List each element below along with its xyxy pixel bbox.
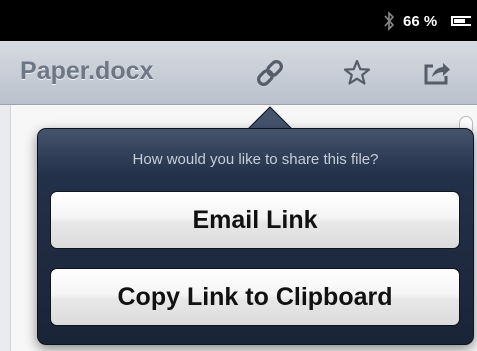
email-link-button[interactable]: Email Link	[50, 191, 460, 249]
star-icon	[343, 59, 371, 85]
document-toolbar: Paper.docx	[0, 41, 477, 105]
share-icon	[424, 63, 450, 85]
share-button[interactable]	[417, 53, 457, 93]
battery-level-fill	[454, 19, 465, 23]
link-icon	[257, 60, 283, 86]
battery-icon	[451, 16, 471, 26]
battery-percent: 66 %	[403, 13, 438, 30]
bluetooth-icon	[384, 11, 395, 31]
share-prompt: How would you like to share this file?	[132, 151, 379, 168]
share-popover: How would you like to share this file? E…	[37, 128, 474, 345]
copy-link-button[interactable]: Copy Link to Clipboard	[50, 268, 460, 326]
favorite-button[interactable]	[337, 53, 377, 93]
document-title: Paper.docx	[20, 57, 154, 85]
link-button[interactable]	[250, 53, 290, 93]
status-bar: 66 %	[0, 0, 477, 41]
